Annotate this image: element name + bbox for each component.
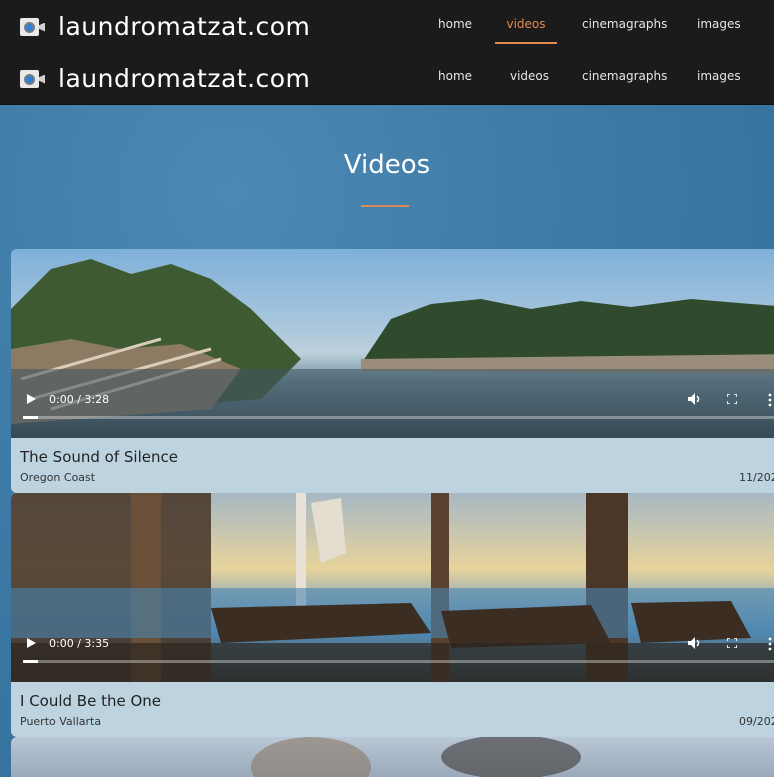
video-time: 0:00 / 3:28 — [49, 393, 110, 406]
fullscreen-icon[interactable] — [727, 394, 737, 404]
video-player[interactable]: 0:00 / 3:35 — [11, 493, 774, 682]
video-title: The Sound of Silence — [20, 448, 178, 466]
nav-home[interactable]: home — [438, 0, 472, 52]
video-progress-fill — [23, 660, 39, 663]
video-progress-bar[interactable] — [23, 416, 774, 419]
video-date: 11/202 — [739, 471, 774, 484]
video-location: Oregon Coast — [20, 471, 96, 484]
fullscreen-icon[interactable] — [727, 638, 737, 648]
sticky-navbar: laundromatzat.com home videos cinemagrap… — [0, 52, 774, 105]
more-options-icon[interactable] — [768, 637, 772, 651]
video-card: 0:00 / 3:28 The Sound of Silence Oregon … — [11, 249, 774, 493]
nav-images[interactable]: images — [697, 0, 741, 52]
top-navbar: laundromatzat.com home videos cinemagrap… — [0, 0, 774, 52]
camera-logo-icon — [20, 67, 45, 91]
volume-icon[interactable] — [688, 637, 702, 649]
site-title[interactable]: laundromatzat.com — [58, 12, 310, 41]
volume-icon[interactable] — [688, 393, 702, 405]
video-frame-partial — [251, 737, 581, 777]
brand[interactable]: laundromatzat.com — [20, 12, 310, 41]
nav-cinemagraphs[interactable]: cinemagraphs — [582, 0, 667, 52]
heading-underline — [361, 205, 409, 207]
video-player[interactable]: 0:00 / 3:28 — [11, 249, 774, 438]
more-options-icon[interactable] — [768, 393, 772, 407]
video-date: 09/202 — [739, 715, 774, 728]
video-card-partial[interactable] — [11, 737, 774, 777]
nav-cinemagraphs-sticky[interactable]: cinemagraphs — [582, 52, 667, 104]
video-controls: 0:00 / 3:28 — [11, 384, 774, 438]
nav-home-sticky[interactable]: home — [438, 52, 472, 104]
video-controls: 0:00 / 3:35 — [11, 628, 774, 682]
nav-videos[interactable]: videos — [495, 0, 557, 52]
page-title: Videos — [343, 150, 431, 180]
video-progress-fill — [23, 416, 39, 419]
site-title-sticky[interactable]: laundromatzat.com — [58, 64, 310, 93]
play-icon[interactable] — [27, 394, 36, 404]
nav-images-sticky[interactable]: images — [697, 52, 741, 104]
video-card: 0:00 / 3:35 I Could Be the One Puerto Va… — [11, 493, 774, 737]
brand-sticky[interactable]: laundromatzat.com — [20, 64, 310, 93]
video-progress-bar[interactable] — [23, 660, 774, 663]
play-icon[interactable] — [27, 638, 36, 648]
video-title: I Could Be the One — [20, 692, 162, 710]
video-location: Puerto Vallarta — [20, 715, 102, 728]
video-time: 0:00 / 3:35 — [49, 637, 110, 650]
camera-logo-icon — [20, 15, 45, 39]
nav-videos-sticky[interactable]: videos — [510, 52, 549, 104]
